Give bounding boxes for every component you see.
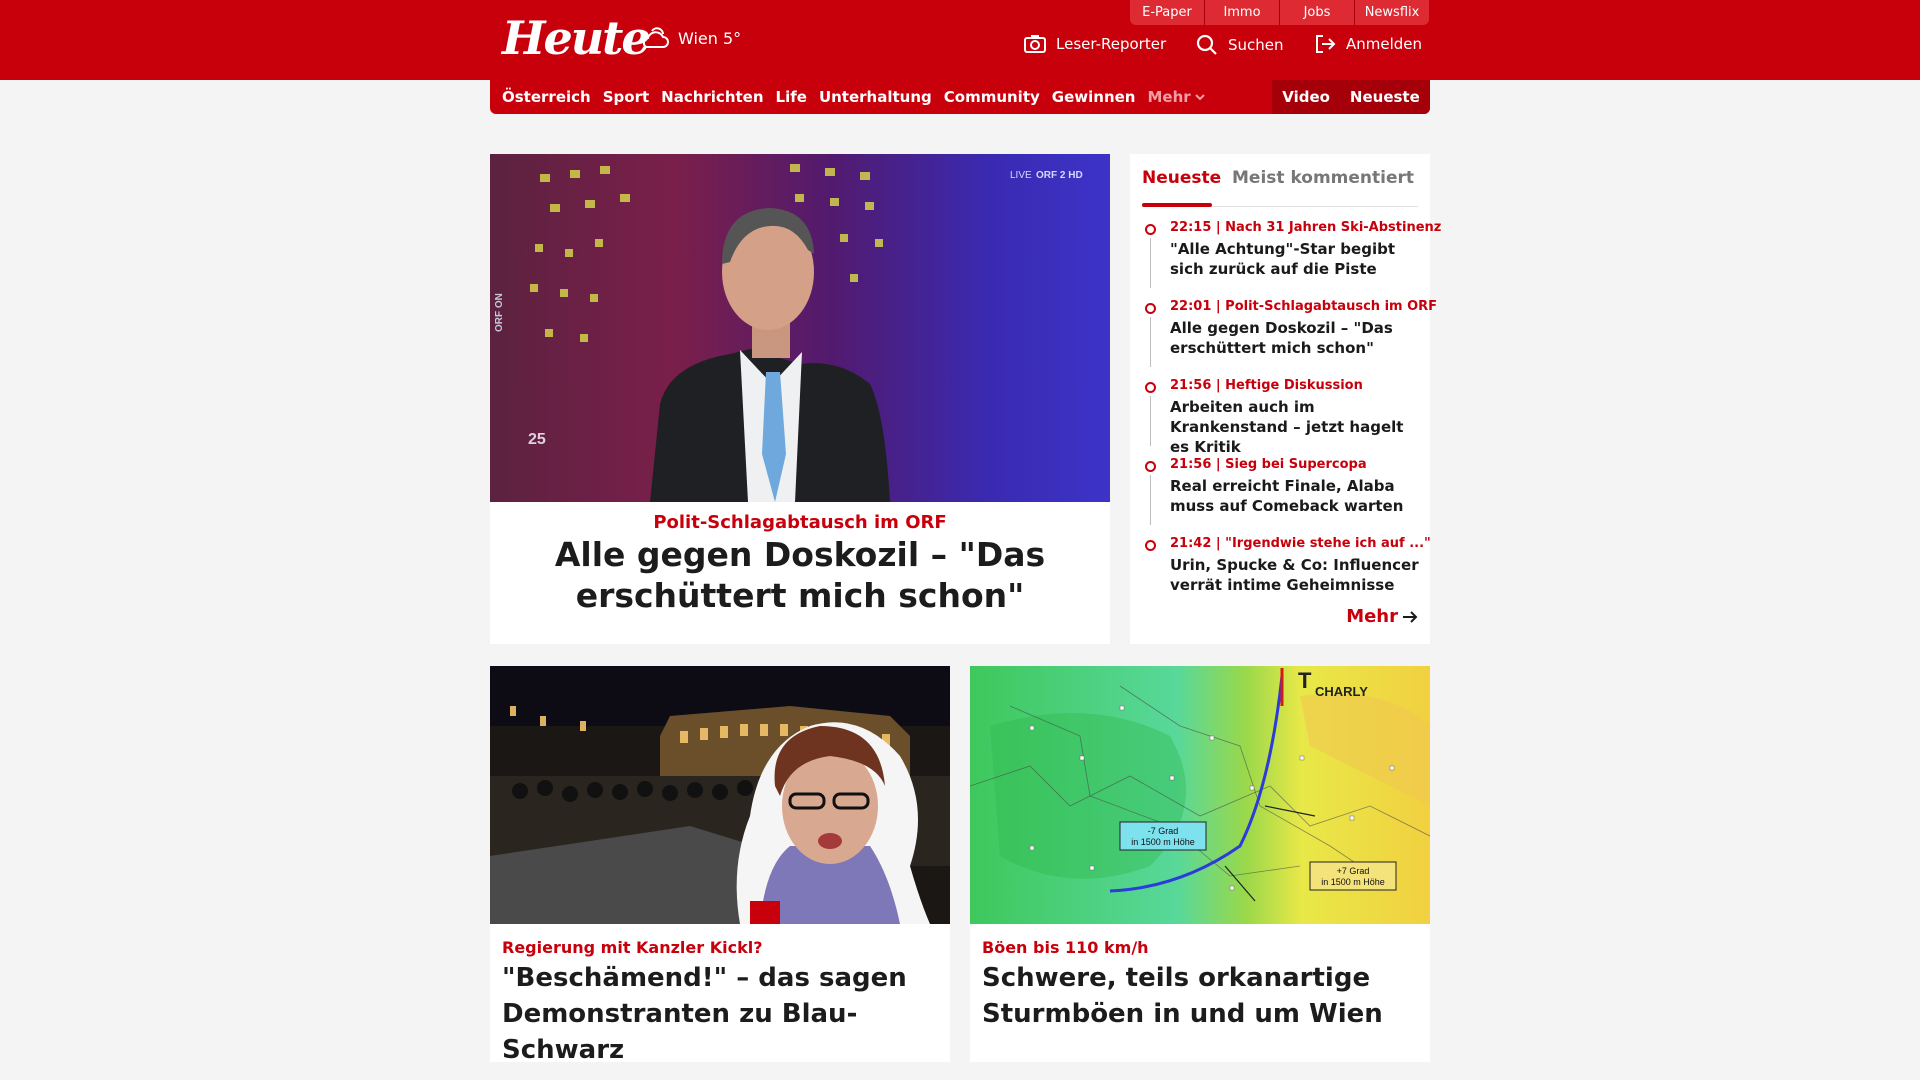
timeline-item[interactable]: 21:56 | Sieg bei Supercopa Real erreicht… bbox=[1145, 457, 1418, 536]
site-logo[interactable]: Heute bbox=[502, 8, 651, 68]
nav-item-sport[interactable]: Sport bbox=[603, 88, 649, 106]
timeline-dot bbox=[1145, 303, 1156, 314]
top-link-jobs[interactable]: Jobs bbox=[1279, 0, 1354, 25]
timeline-dot bbox=[1145, 382, 1156, 393]
side-label: ORF ON bbox=[494, 293, 505, 332]
tab-meist-kommentiert[interactable]: Meist kommentiert bbox=[1232, 168, 1414, 188]
timeline-meta: 22:15 | Nach 31 Jahren Ski-Abstinenz bbox=[1170, 220, 1442, 235]
top-link-immo[interactable]: Immo bbox=[1204, 0, 1279, 25]
camera-icon bbox=[1024, 35, 1046, 53]
front-name: CHARLY bbox=[1315, 684, 1368, 699]
chevron-down-icon bbox=[1194, 94, 1205, 101]
nav-item-nachrichten[interactable]: Nachrichten bbox=[661, 88, 763, 106]
hero-counter: 25 bbox=[528, 431, 546, 448]
login-button[interactable]: Anmelden bbox=[1314, 34, 1422, 54]
hero-kicker: Polit-Schlagabtausch im ORF bbox=[653, 512, 947, 533]
nav-item-life[interactable]: Life bbox=[776, 88, 807, 106]
timeline-item[interactable]: 21:42 | "Irgendwie stehe ich auf ..." Ur… bbox=[1145, 536, 1431, 615]
label-cold-line2: in 1500 m Höhe bbox=[1131, 837, 1195, 847]
login-label: Anmelden bbox=[1346, 35, 1423, 53]
nav-item-gewinnen[interactable]: Gewinnen bbox=[1052, 88, 1136, 106]
leser-reporter-label: Leser-Reporter bbox=[1056, 35, 1167, 53]
card-title[interactable]: Schwere, teils orkanartige Sturmböen in … bbox=[982, 960, 1418, 1032]
top-links: E-Paper Immo Jobs Newsflix bbox=[1130, 0, 1429, 25]
search-button[interactable]: Suchen bbox=[1196, 34, 1284, 56]
timeline-title[interactable]: "Alle Achtung"-Star begibt sich zurück a… bbox=[1170, 239, 1422, 279]
article-card-demo[interactable]: Regierung mit Kanzler Kickl? "Beschämend… bbox=[490, 666, 950, 1065]
more-link-label: Mehr bbox=[1346, 606, 1398, 627]
tab-neueste[interactable]: Neueste bbox=[1142, 168, 1221, 188]
timeline-title[interactable]: Arbeiten auch im Krankenstand – jetzt ha… bbox=[1170, 397, 1422, 457]
top-link-newsflix[interactable]: Newsflix bbox=[1354, 0, 1429, 25]
hero-title[interactable]: Alle gegen Doskozil – "Das erschüttert m… bbox=[500, 534, 1100, 616]
timeline-meta: 22:01 | Polit-Schlagabtausch im ORF bbox=[1170, 299, 1438, 314]
label-cold-line1: -7 Grad bbox=[1148, 826, 1179, 836]
timeline-line bbox=[1150, 317, 1151, 367]
nav-item-neueste[interactable]: Neueste bbox=[1350, 88, 1420, 106]
article-card-storm[interactable]: T CHARLY -7 Grad in 1500 m Höhe +7 Grad … bbox=[970, 666, 1430, 1062]
login-icon bbox=[1316, 35, 1336, 53]
timeline-dot bbox=[1145, 540, 1156, 551]
news-timeline-panel: Neueste Meist kommentiert 22:15 | Nach 3… bbox=[1130, 154, 1441, 644]
more-link[interactable]: Mehr bbox=[1346, 606, 1418, 627]
nav-items: Österreich Sport Nachrichten Life Unterh… bbox=[502, 80, 1205, 114]
label-warm-line2: in 1500 m Höhe bbox=[1321, 877, 1385, 887]
hero-photo-graphic: LIVE ORF 2 HD ORF ON 25 bbox=[494, 164, 1083, 502]
timeline-title[interactable]: Alle gegen Doskozil – "Das erschüttert m… bbox=[1170, 318, 1422, 358]
hero-image: LIVE ORF 2 HD ORF ON 25 bbox=[490, 154, 1110, 502]
nav-item-unterhaltung[interactable]: Unterhaltung bbox=[819, 88, 932, 106]
sidebar-tabs: Neueste Meist kommentiert bbox=[1142, 162, 1418, 207]
weather-map-graphic: T CHARLY -7 Grad in 1500 m Höhe +7 Grad … bbox=[970, 666, 1430, 924]
timeline-item[interactable]: 21:56 | Heftige Diskussion Arbeiten auch… bbox=[1145, 378, 1418, 457]
card-kicker: Regierung mit Kanzler Kickl? bbox=[502, 938, 763, 957]
timeline-meta: 21:42 | "Irgendwie stehe ich auf ..." bbox=[1170, 536, 1431, 551]
demo-photo-graphic bbox=[490, 666, 950, 924]
weather-widget[interactable]: Wien 5° bbox=[638, 25, 741, 51]
label-warm-line1: +7 Grad bbox=[1337, 866, 1370, 876]
demo-image bbox=[490, 666, 950, 924]
nav-more-label: Mehr bbox=[1147, 88, 1191, 106]
timeline-item[interactable]: 22:15 | Nach 31 Jahren Ski-Abstinenz "Al… bbox=[1145, 220, 1441, 299]
timeline-dot bbox=[1145, 461, 1156, 472]
timeline-line bbox=[1150, 475, 1151, 525]
timeline-list: 22:15 | Nach 31 Jahren Ski-Abstinenz "Al… bbox=[1145, 220, 1441, 615]
nav-item-video[interactable]: Video bbox=[1282, 88, 1330, 106]
active-tab-indicator bbox=[1142, 203, 1212, 207]
channel-badge: ORF 2 HD bbox=[1036, 170, 1083, 181]
front-symbol: T bbox=[1298, 668, 1312, 693]
cloud-sun-icon bbox=[642, 27, 669, 48]
weather-map-image: T CHARLY -7 Grad in 1500 m Höhe +7 Grad … bbox=[970, 666, 1430, 924]
hero-article[interactable]: LIVE ORF 2 HD ORF ON 25 Polit-Schlagabta… bbox=[490, 154, 1110, 644]
top-link-epaper[interactable]: E-Paper bbox=[1130, 0, 1204, 25]
nav-more-dropdown[interactable]: Mehr bbox=[1147, 88, 1205, 106]
arrow-right-icon bbox=[1403, 610, 1418, 623]
timeline-line bbox=[1150, 396, 1151, 446]
weather-text: Wien 5° bbox=[678, 28, 742, 48]
timeline-meta: 21:56 | Heftige Diskussion bbox=[1170, 378, 1363, 393]
card-title[interactable]: "Beschämend!" – das sagen Demonstranten … bbox=[502, 960, 938, 1068]
search-icon bbox=[1196, 34, 1217, 55]
timeline-item[interactable]: 22:01 | Polit-Schlagabtausch im ORF Alle… bbox=[1145, 299, 1437, 378]
timeline-title[interactable]: Urin, Spucke & Co: Influencer verrät int… bbox=[1170, 555, 1422, 595]
timeline-meta: 21:56 | Sieg bei Supercopa bbox=[1170, 457, 1367, 472]
search-label: Suchen bbox=[1228, 36, 1284, 54]
timeline-dot bbox=[1145, 224, 1156, 235]
card-kicker: Böen bis 110 km/h bbox=[982, 938, 1149, 957]
leser-reporter-button[interactable]: Leser-Reporter bbox=[1024, 34, 1166, 54]
timeline-line bbox=[1150, 238, 1151, 288]
timeline-title[interactable]: Real erreicht Finale, Alaba muss auf Com… bbox=[1170, 476, 1422, 516]
site-header bbox=[0, 0, 1920, 80]
nav-right: Video Neueste bbox=[1272, 80, 1430, 114]
main-nav: Österreich Sport Nachrichten Life Unterh… bbox=[490, 80, 1430, 114]
nav-item-oesterreich[interactable]: Österreich bbox=[502, 88, 591, 106]
nav-item-community[interactable]: Community bbox=[944, 88, 1040, 106]
live-badge: LIVE bbox=[1010, 170, 1032, 181]
